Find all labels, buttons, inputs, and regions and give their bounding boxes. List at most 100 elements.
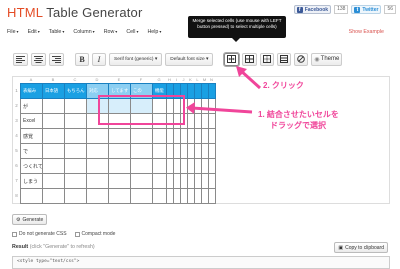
header-cell[interactable]: 表編み xyxy=(20,83,43,99)
table-cell[interactable] xyxy=(166,173,174,189)
table-cell[interactable]: で xyxy=(20,143,43,159)
table-cell[interactable] xyxy=(130,173,153,189)
table-style-button[interactable] xyxy=(277,52,292,66)
table-cell[interactable] xyxy=(108,173,131,189)
table-cell[interactable] xyxy=(42,113,65,129)
table-cell[interactable] xyxy=(86,173,109,189)
copy-to-clipboard-button[interactable]: ▣ Copy to clipboard xyxy=(334,242,388,253)
menu-table[interactable]: Table▾ xyxy=(49,29,65,35)
italic-button[interactable]: I xyxy=(92,52,106,66)
table-cell[interactable] xyxy=(173,158,181,174)
table-cell[interactable]: しまう xyxy=(20,173,43,189)
table-cell[interactable] xyxy=(64,143,87,159)
table-cell[interactable] xyxy=(208,158,216,174)
table-cell[interactable] xyxy=(194,143,202,159)
table-cell[interactable] xyxy=(130,128,153,144)
table-cell[interactable] xyxy=(108,143,131,159)
align-center-button[interactable] xyxy=(31,52,46,66)
table-cell[interactable] xyxy=(42,143,65,159)
table-cell[interactable]: つくれて xyxy=(20,158,43,174)
table-cell[interactable] xyxy=(64,128,87,144)
header-cell[interactable]: 日本語 xyxy=(42,83,65,99)
table-cell[interactable] xyxy=(194,158,202,174)
table-cell[interactable] xyxy=(166,158,174,174)
header-cell[interactable] xyxy=(201,83,209,99)
table-cell[interactable] xyxy=(108,128,131,144)
table-cell[interactable] xyxy=(173,173,181,189)
header-cell[interactable] xyxy=(187,83,195,99)
table-cell[interactable] xyxy=(86,128,109,144)
table-cell[interactable] xyxy=(180,173,188,189)
font-family-select[interactable]: Serif font (generic) ▾ xyxy=(109,52,163,66)
table-cell[interactable] xyxy=(42,173,65,189)
menu-edit[interactable]: Edit▾ xyxy=(28,29,40,35)
table-cell[interactable] xyxy=(86,188,109,204)
table-cell[interactable] xyxy=(173,143,181,159)
menu-help[interactable]: Help▾ xyxy=(147,29,161,35)
table-cell[interactable] xyxy=(42,128,65,144)
table-cell[interactable] xyxy=(173,188,181,204)
table-cell[interactable] xyxy=(180,128,188,144)
table-cell[interactable] xyxy=(152,173,167,189)
align-left-button[interactable] xyxy=(13,52,28,66)
theme-button[interactable]: ◉ Theme xyxy=(311,52,343,66)
menu-file[interactable]: File▾ xyxy=(7,29,19,35)
table-cell[interactable] xyxy=(152,158,167,174)
table-cell[interactable] xyxy=(64,158,87,174)
table-cell[interactable] xyxy=(42,188,65,204)
table-cell[interactable] xyxy=(201,188,209,204)
border-button[interactable] xyxy=(260,52,275,66)
table-cell[interactable]: Excel xyxy=(20,113,43,129)
table-cell[interactable] xyxy=(187,143,195,159)
table-cell[interactable] xyxy=(130,143,153,159)
table-cell[interactable] xyxy=(187,173,195,189)
table-cell[interactable] xyxy=(194,173,202,189)
table-cell[interactable] xyxy=(201,158,209,174)
table-cell[interactable] xyxy=(208,143,216,159)
table-cell[interactable] xyxy=(201,128,209,144)
table-cell[interactable] xyxy=(64,173,87,189)
menu-cell[interactable]: Cell▾ xyxy=(126,29,138,35)
table-cell[interactable] xyxy=(108,188,131,204)
table-cell[interactable] xyxy=(64,113,87,129)
align-right-button[interactable] xyxy=(49,52,64,66)
table-cell[interactable] xyxy=(187,188,195,204)
table-cell[interactable] xyxy=(187,128,195,144)
table-cell[interactable] xyxy=(208,188,216,204)
no-css-checkbox[interactable] xyxy=(12,231,17,237)
table-cell[interactable] xyxy=(173,128,181,144)
table-cell[interactable] xyxy=(152,128,167,144)
header-cell[interactable]: もちろん xyxy=(64,83,87,99)
table-cell[interactable] xyxy=(166,143,174,159)
clear-button[interactable] xyxy=(294,52,309,66)
table-cell[interactable] xyxy=(208,173,216,189)
header-cell[interactable] xyxy=(194,83,202,99)
compact-mode-option[interactable]: Compact mode xyxy=(74,231,115,237)
table-cell[interactable] xyxy=(180,143,188,159)
compact-mode-checkbox[interactable] xyxy=(74,231,80,237)
result-code[interactable]: <style type="text/css"> xyxy=(12,256,390,269)
table-cell[interactable] xyxy=(42,158,65,174)
table-cell[interactable] xyxy=(64,188,87,204)
no-css-option[interactable]: Do not generate CSS xyxy=(12,231,67,237)
table-cell[interactable] xyxy=(108,158,131,174)
font-size-select[interactable]: Default font size ▾ xyxy=(165,52,214,66)
show-example-link[interactable]: Show Example xyxy=(349,29,384,35)
table-cell[interactable] xyxy=(180,158,188,174)
header-cell[interactable] xyxy=(208,83,216,99)
table-cell[interactable]: 感覚 xyxy=(20,128,43,144)
generate-button[interactable]: ⚙ Generate xyxy=(12,214,48,225)
table-cell[interactable] xyxy=(187,158,195,174)
table-cell[interactable] xyxy=(194,128,202,144)
table-cell[interactable] xyxy=(20,188,43,204)
table-cell[interactable] xyxy=(42,98,65,114)
table-cell[interactable] xyxy=(152,143,167,159)
table-cell[interactable] xyxy=(180,188,188,204)
table-cell[interactable] xyxy=(86,158,109,174)
table-cell[interactable] xyxy=(64,98,87,114)
menu-column[interactable]: Column▾ xyxy=(73,29,94,35)
menu-row[interactable]: Row▾ xyxy=(104,29,118,35)
twitter-button[interactable]: t Twitter xyxy=(351,5,382,14)
table-cell[interactable] xyxy=(201,173,209,189)
table-cell[interactable] xyxy=(166,128,174,144)
